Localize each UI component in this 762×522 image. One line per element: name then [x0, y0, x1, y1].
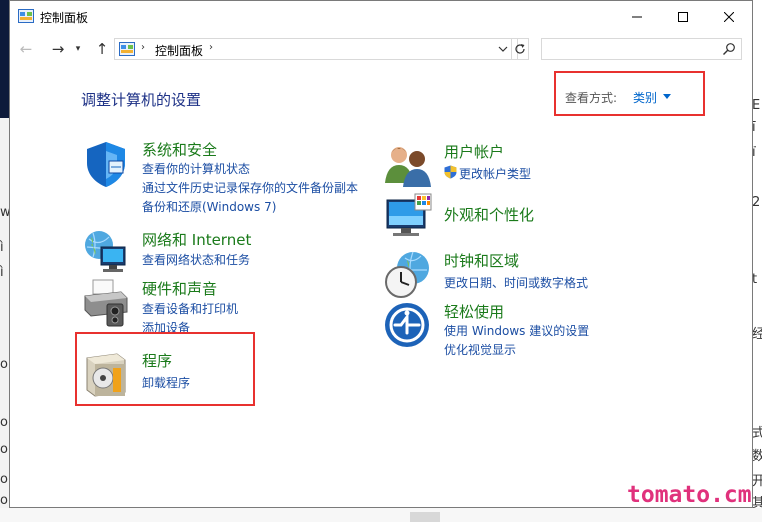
- maximize-button[interactable]: [660, 1, 706, 32]
- background-text: 经: [752, 327, 762, 342]
- up-button[interactable]: ↑: [92, 37, 112, 61]
- link-recommended-settings[interactable]: 使用 Windows 建议的设置: [444, 322, 589, 339]
- link-change-date-time-format[interactable]: 更改日期、时间或数字格式: [444, 274, 588, 291]
- background-text: ì: [0, 240, 4, 255]
- recent-locations-button[interactable]: ▾: [72, 37, 84, 61]
- link-check-computer-status[interactable]: 查看你的计算机状态: [142, 160, 250, 177]
- control-panel-icon: [18, 9, 34, 23]
- link-devices-printers[interactable]: 查看设备和打印机: [142, 300, 238, 317]
- arrow-right-icon: →: [51, 40, 65, 58]
- breadcrumb-separator-icon[interactable]: ›: [209, 42, 213, 53]
- breadcrumb-separator-icon[interactable]: ›: [141, 42, 145, 53]
- category-title[interactable]: 轻松使用: [444, 301, 504, 322]
- highlight-box-view-by: [554, 71, 705, 116]
- background-scrollbar-thumb[interactable]: [410, 512, 440, 522]
- category-title[interactable]: 硬件和声音: [142, 278, 217, 299]
- watermark: tomato.cm: [627, 482, 752, 508]
- minimize-icon: [632, 16, 642, 17]
- shield-icon[interactable]: [81, 139, 131, 189]
- background-text: 数: [752, 449, 762, 464]
- link-change-account-type[interactable]: 更改帐户类型: [459, 165, 531, 182]
- control-panel-icon: [119, 42, 135, 56]
- highlight-box-programs: [75, 332, 255, 406]
- category-title[interactable]: 网络和 Internet: [142, 229, 251, 250]
- minimize-button[interactable]: [614, 1, 660, 32]
- arrow-left-icon: ←: [19, 40, 33, 58]
- background-scrollbar-area: [0, 508, 762, 522]
- background-text: 式: [752, 426, 762, 441]
- link-network-status[interactable]: 查看网络状态和任务: [142, 251, 250, 268]
- background-text: o: [0, 493, 8, 508]
- chevron-down-icon[interactable]: [497, 43, 509, 55]
- page-title: 调整计算机的设置: [81, 91, 202, 109]
- background-text: E: [752, 98, 761, 113]
- network-globe-icon[interactable]: [81, 227, 131, 277]
- background-text: ì: [0, 265, 4, 280]
- desktop-dark-area: [0, 0, 9, 118]
- search-icon: [723, 43, 735, 55]
- link-file-history-backup[interactable]: 通过文件历史记录保存你的文件备份副本: [142, 179, 358, 196]
- category-title[interactable]: 外观和个性化: [444, 204, 534, 225]
- address-bar[interactable]: › 控制面板 ›: [114, 38, 518, 60]
- navigation-bar: ← → ▾ ↑ › 控制面板 ›: [10, 33, 752, 65]
- category-title[interactable]: 时钟和区域: [444, 250, 519, 271]
- category-title[interactable]: 用户帐户: [444, 141, 504, 162]
- background-text: o: [0, 357, 8, 372]
- clock-globe-icon[interactable]: [383, 250, 433, 300]
- close-icon: [724, 11, 734, 22]
- search-input[interactable]: [541, 38, 742, 60]
- category-title[interactable]: 系统和安全: [142, 139, 217, 160]
- monitor-personalize-icon[interactable]: [383, 192, 433, 242]
- breadcrumb-control-panel[interactable]: 控制面板: [155, 42, 203, 59]
- control-panel-window: 控制面板 ← → ▾ ↑ › 控制面板 › 调整计算机的设置 查看方式: 类别 …: [9, 0, 753, 508]
- uac-shield-icon: [444, 165, 457, 179]
- printer-icon[interactable]: [81, 278, 131, 328]
- chevron-down-icon: ▾: [75, 44, 81, 54]
- close-button[interactable]: [706, 1, 752, 32]
- background-text: o: [0, 415, 8, 430]
- title-bar[interactable]: 控制面板: [10, 1, 752, 32]
- link-optimize-visual-display[interactable]: 优化视觉显示: [444, 341, 516, 358]
- background-text: 2: [752, 195, 761, 210]
- background-text: o: [0, 442, 8, 457]
- maximize-icon: [678, 11, 688, 22]
- link-backup-restore[interactable]: 备份和还原(Windows 7): [142, 198, 276, 215]
- arrow-up-icon: ↑: [95, 40, 109, 58]
- refresh-icon: [515, 44, 525, 54]
- background-text: 开: [752, 474, 762, 489]
- window-title: 控制面板: [40, 11, 89, 25]
- ease-of-access-icon[interactable]: [383, 301, 433, 351]
- refresh-button[interactable]: [511, 38, 529, 60]
- users-icon[interactable]: [383, 141, 433, 191]
- background-text: o: [0, 472, 8, 487]
- forward-button[interactable]: →: [48, 37, 68, 61]
- back-button[interactable]: ←: [16, 37, 36, 61]
